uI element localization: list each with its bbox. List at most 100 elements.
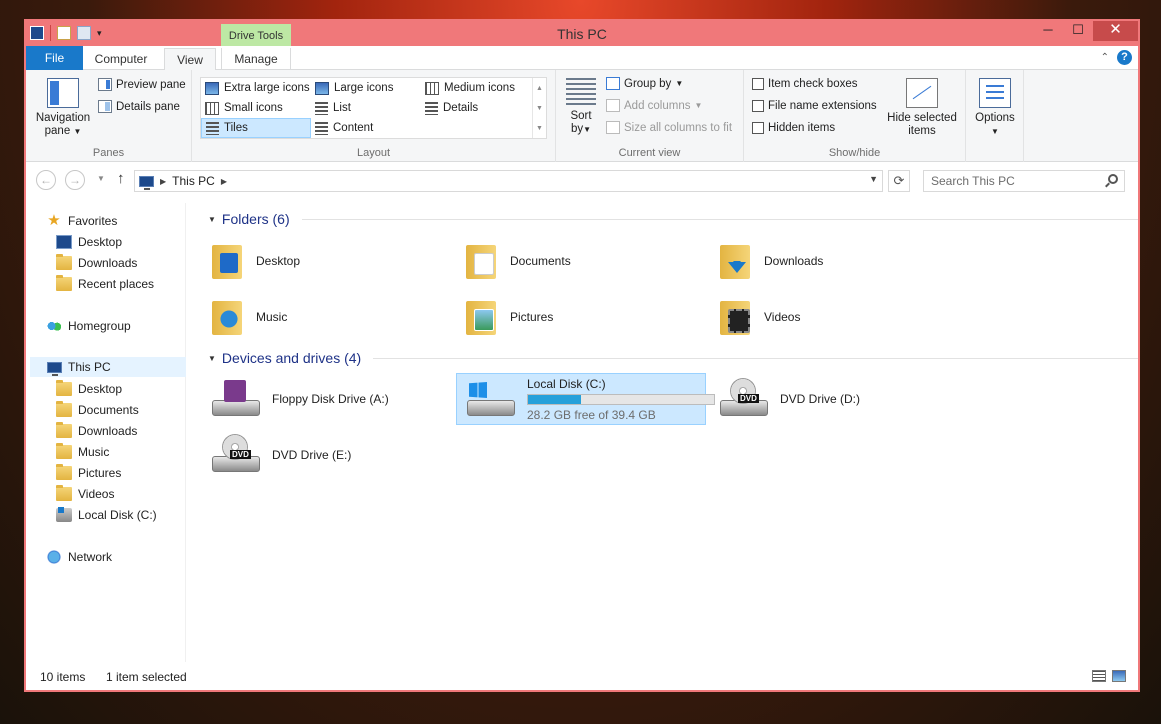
nav-this-pc[interactable]: This PC — [30, 357, 186, 377]
help-icon[interactable]: ? — [1117, 50, 1132, 65]
nav-pc-desktop[interactable]: Desktop — [56, 379, 122, 399]
tab-view[interactable]: View — [164, 48, 216, 71]
drive-local-disk-c[interactable]: Local Disk (C:) 28.2 GB free of 39.4 GB — [456, 373, 715, 425]
tile-label: Videos — [764, 310, 801, 324]
devices-group-header[interactable]: ▼ Devices and drives (4) — [208, 350, 1138, 366]
this-pc-icon — [139, 175, 154, 190]
options-button[interactable]: Options ▼ — [970, 78, 1020, 138]
back-button[interactable]: ← — [36, 170, 56, 190]
large-icons-view-icon[interactable] — [1112, 670, 1126, 682]
nav-fav-recent-places[interactable]: Recent places — [56, 274, 154, 294]
hide-selected-label-2: items — [908, 125, 936, 137]
layout-content[interactable]: Content — [311, 118, 421, 138]
drive-floppy-a[interactable]: Floppy Disk Drive (A:) — [202, 373, 452, 425]
details-view-icon[interactable] — [1092, 670, 1106, 682]
nav-pc-local-disk[interactable]: Local Disk (C:) — [56, 505, 157, 525]
tile-label: Pictures — [510, 310, 554, 324]
add-columns-button[interactable]: Add columns ▼ — [606, 99, 702, 112]
hidden-items-label: Hidden items — [768, 122, 836, 134]
file-name-extensions-checkbox[interactable] — [752, 100, 764, 112]
folder-desktop[interactable]: Desktop — [202, 235, 452, 287]
folder-downloads[interactable]: Downloads — [710, 235, 960, 287]
up-arrow-icon[interactable]: ↑ — [117, 170, 125, 187]
folders-group-header[interactable]: ▼ Folders (6) — [208, 211, 1138, 227]
disk-usage-fill — [528, 394, 581, 404]
layout-details[interactable]: Details — [421, 98, 531, 118]
layout-gallery-scroll[interactable]: ▲ ▼ ▼ — [532, 78, 546, 138]
homegroup-icon — [46, 319, 62, 333]
address-history-chevron-icon[interactable]: ▼ — [869, 174, 878, 184]
nav-pc-downloads[interactable]: Downloads — [56, 421, 137, 441]
tab-computer[interactable]: Computer — [86, 48, 156, 70]
size-all-columns-button[interactable]: Size all columns to fit — [606, 121, 732, 134]
layout-small-icons[interactable]: Small icons — [201, 98, 311, 118]
layout-tiles[interactable]: Tiles — [201, 118, 311, 138]
forward-button[interactable]: → — [65, 170, 85, 190]
file-name-extensions-toggle[interactable]: File name extensions — [752, 100, 877, 112]
tab-file[interactable]: File — [26, 46, 83, 70]
recent-places-icon — [56, 275, 72, 291]
folder-icon — [56, 380, 72, 396]
layout-item-label: Small icons — [224, 102, 283, 114]
maximize-button[interactable]: ☐ — [1063, 21, 1093, 41]
scroll-up-icon[interactable]: ▲ — [533, 85, 546, 92]
layout-large-icons[interactable]: Large icons — [311, 78, 421, 98]
item-check-boxes-toggle[interactable]: Item check boxes — [752, 78, 857, 90]
extra-large-icons-icon — [205, 81, 219, 95]
collapse-chevron-icon[interactable]: ▼ — [208, 215, 216, 224]
hidden-items-checkbox[interactable] — [752, 122, 764, 134]
group-by-label: Group by — [624, 77, 672, 90]
gallery-more-icon[interactable]: ▼ — [533, 125, 546, 132]
recent-locations-chevron-icon[interactable]: ▼ — [97, 174, 105, 183]
tiles-icon — [206, 121, 219, 135]
folders-header-label: Folders (6) — [221, 211, 290, 227]
address-bar[interactable]: ▶ This PC ▶ ▼ — [134, 170, 883, 192]
nav-favorites[interactable]: ★ Favorites — [46, 211, 117, 231]
address-row: ← → ▼ ↑ ▶ This PC ▶ ▼ ⟳ Search This PC — [26, 162, 1138, 196]
close-button[interactable]: ✕ — [1093, 21, 1138, 41]
hide-selected-items-button[interactable]: Hide selected items — [884, 78, 960, 138]
nav-label: Desktop — [78, 235, 123, 249]
details-icon — [425, 101, 438, 115]
chevron-right-icon[interactable]: ▶ — [221, 177, 227, 186]
minimize-ribbon-chevron-icon[interactable]: ⌃ — [1101, 52, 1109, 63]
collapse-chevron-icon[interactable]: ▼ — [208, 354, 216, 363]
chevron-right-icon[interactable]: ▶ — [160, 177, 166, 186]
layout-medium-icons[interactable]: Medium icons — [421, 78, 531, 98]
content-area: ▼ Folders (6) Desktop Documents Download… — [196, 203, 1138, 663]
sort-by-button[interactable]: Sort by▼ — [564, 78, 598, 136]
nav-pc-videos[interactable]: Videos — [56, 484, 114, 504]
nav-fav-desktop[interactable]: Desktop — [56, 232, 122, 252]
dvd-badge: DVD — [230, 450, 251, 459]
nav-fav-downloads[interactable]: Downloads — [56, 253, 137, 273]
layout-extra-large-icons[interactable]: Extra large icons — [201, 78, 311, 98]
drive-dvd-e[interactable]: DVD DVD Drive (E:) — [202, 429, 452, 481]
nav-pc-documents[interactable]: Documents — [56, 400, 139, 420]
folder-pictures[interactable]: Pictures — [456, 291, 706, 343]
nav-network[interactable]: Network — [46, 547, 112, 567]
minimize-button[interactable]: ─ — [1033, 21, 1063, 41]
tab-manage[interactable]: Manage — [221, 48, 291, 70]
refresh-button[interactable]: ⟳ — [888, 170, 910, 192]
layout-list[interactable]: List — [311, 98, 421, 118]
search-icon[interactable] — [1108, 174, 1118, 184]
group-by-button[interactable]: Group by ▼ — [606, 77, 683, 90]
chevron-down-icon: ▼ — [991, 127, 999, 136]
item-check-boxes-checkbox[interactable] — [752, 78, 764, 90]
search-input[interactable]: Search This PC — [923, 170, 1125, 192]
hidden-items-toggle[interactable]: Hidden items — [752, 122, 835, 134]
downloads-folder-icon — [718, 241, 754, 281]
folder-documents[interactable]: Documents — [456, 235, 706, 287]
layout-group: Extra large icons Large icons Medium ico… — [26, 70, 556, 162]
folder-videos[interactable]: Videos — [710, 291, 960, 343]
breadcrumb-this-pc[interactable]: This PC — [172, 174, 215, 188]
nav-pc-pictures[interactable]: Pictures — [56, 463, 121, 483]
downloads-folder-icon — [56, 254, 72, 270]
nav-homegroup[interactable]: Homegroup — [46, 316, 131, 336]
folder-music[interactable]: Music — [202, 291, 452, 343]
scroll-down-icon[interactable]: ▼ — [533, 105, 546, 112]
nav-pc-music[interactable]: Music — [56, 442, 109, 462]
drive-dvd-d[interactable]: DVD DVD Drive (D:) — [710, 373, 960, 425]
tile-label: Music — [256, 310, 288, 324]
dvd-drive-icon: DVD — [210, 434, 262, 476]
